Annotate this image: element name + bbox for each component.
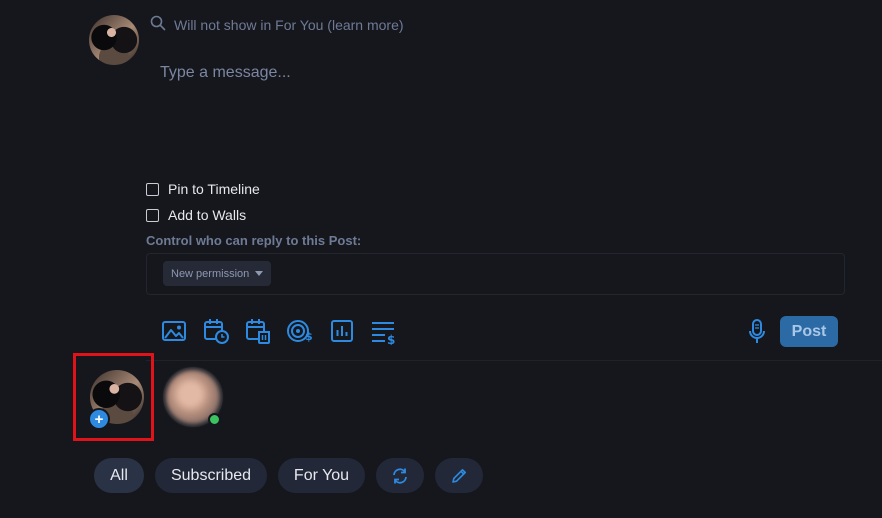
caret-down-icon — [255, 271, 264, 276]
composer-avatar[interactable] — [89, 15, 139, 65]
pin-to-timeline-checkbox[interactable] — [146, 182, 159, 196]
visibility-note[interactable]: Will not show in For You (learn more) — [174, 17, 404, 33]
expiring-post-icon[interactable] — [244, 316, 272, 346]
highlight-box — [73, 353, 154, 441]
visibility-note-row[interactable]: Will not show in For You (learn more) — [150, 14, 404, 36]
pin-to-timeline-option[interactable]: Pin to Timeline — [146, 181, 260, 197]
price-list-icon[interactable]: $ — [370, 316, 398, 346]
composer-toolbar: $ $ — [160, 316, 398, 346]
tab-for-you[interactable]: For You — [278, 458, 365, 493]
pencil-icon — [452, 468, 466, 483]
add-to-walls-option[interactable]: Add to Walls — [146, 207, 246, 223]
poll-icon[interactable] — [328, 316, 356, 346]
edit-button[interactable] — [435, 458, 483, 493]
new-permission-button[interactable]: New permission — [163, 261, 272, 286]
refresh-button[interactable] — [376, 458, 424, 493]
schedule-icon[interactable] — [202, 316, 230, 346]
search-icon — [150, 15, 166, 36]
message-input[interactable] — [152, 60, 858, 168]
post-button[interactable]: Post — [780, 316, 838, 347]
image-icon[interactable] — [160, 316, 188, 346]
add-to-walls-label: Add to Walls — [168, 207, 247, 223]
microphone-icon[interactable] — [744, 318, 770, 346]
svg-text:$: $ — [387, 333, 395, 345]
refresh-icon — [393, 467, 407, 484]
svg-text:$: $ — [305, 330, 313, 343]
tip-goal-icon[interactable]: $ — [286, 316, 314, 346]
new-permission-label: New permission — [171, 267, 250, 280]
divider — [146, 360, 882, 361]
online-status-dot — [208, 413, 221, 426]
tab-all[interactable]: All — [94, 458, 144, 493]
reply-control-label: Control who can reply to this Post: — [146, 233, 362, 248]
add-to-walls-checkbox[interactable] — [146, 208, 159, 222]
pin-to-timeline-label: Pin to Timeline — [168, 181, 260, 197]
tab-subscribed[interactable]: Subscribed — [155, 458, 267, 493]
